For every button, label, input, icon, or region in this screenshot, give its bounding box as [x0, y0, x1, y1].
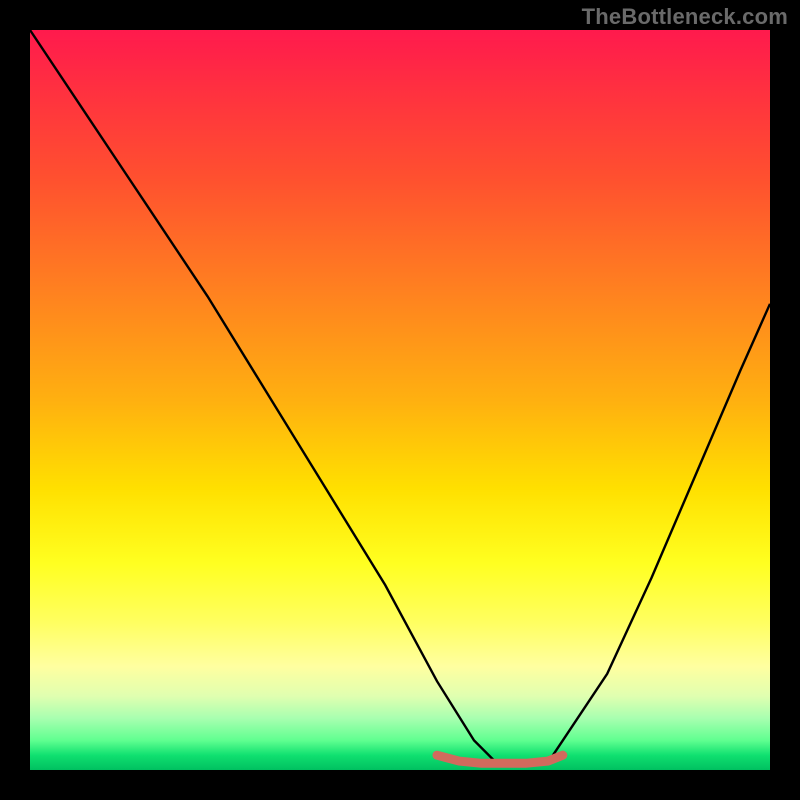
chart-frame: TheBottleneck.com [0, 0, 800, 800]
watermark-text: TheBottleneck.com [582, 4, 788, 30]
bottleneck-optimal-range [437, 755, 563, 763]
bottleneck-curve [30, 30, 770, 763]
chart-svg [30, 30, 770, 770]
